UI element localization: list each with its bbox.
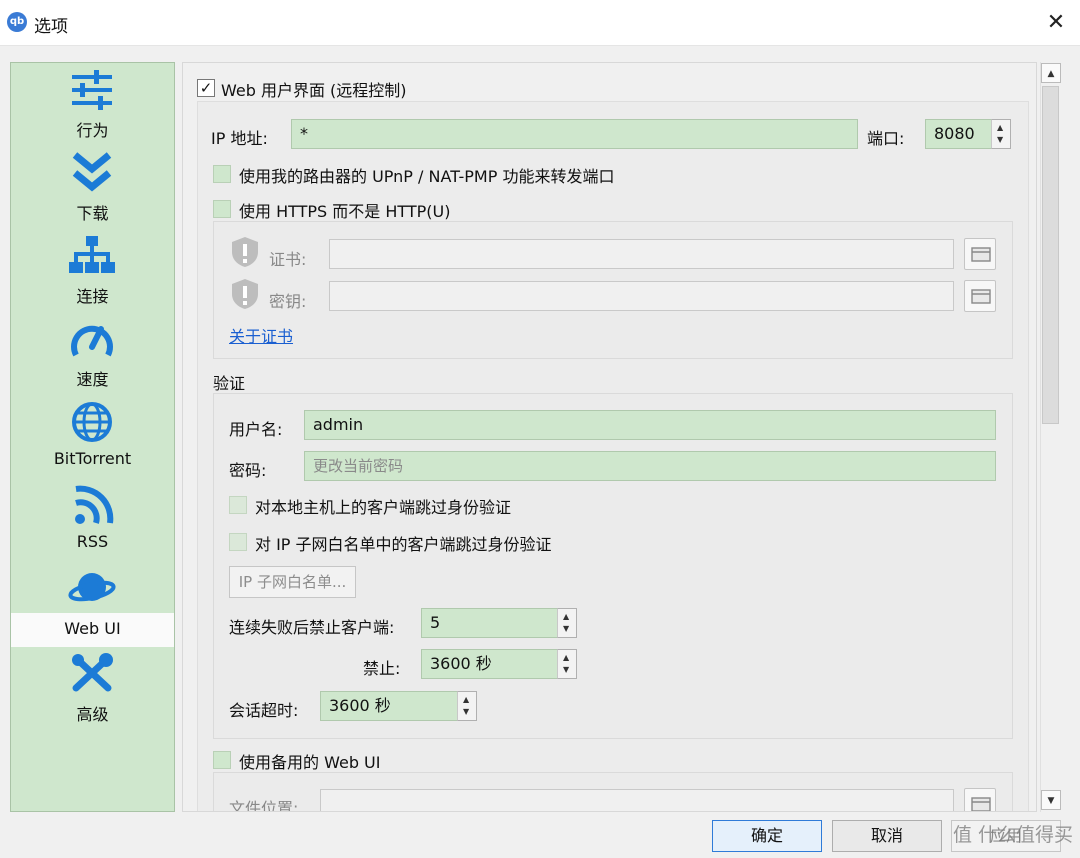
- planet-icon: [68, 573, 116, 602]
- sidebar-item-label: 行为: [76, 121, 109, 140]
- ban-duration-spinbox[interactable]: 3600 秒: [421, 649, 559, 679]
- https-checkbox[interactable]: [213, 200, 231, 218]
- sidebar-item-advanced[interactable]: 高级: [11, 647, 174, 730]
- sidebar-item-label: BitTorrent: [53, 449, 132, 468]
- username-label: 用户名:: [229, 420, 283, 439]
- shield-warning-icon: [232, 279, 258, 309]
- sidebar-item-behavior[interactable]: 行为: [11, 63, 174, 146]
- about-certificates-link[interactable]: 关于证书: [229, 323, 293, 347]
- window-title: 选项: [34, 17, 68, 37]
- ban-duration-spin-arrows[interactable]: ▲ ▼: [557, 649, 577, 679]
- webui-settings-panel: ✓ Web 用户界面 (远程控制) IP 地址: * 端口: 8080 ▲ ▼ 使…: [182, 62, 1037, 812]
- cancel-button[interactable]: 取消: [832, 820, 942, 852]
- ban-after-spin-arrows[interactable]: ▲ ▼: [557, 608, 577, 638]
- sidebar-item-label: 速度: [76, 370, 109, 389]
- sidebar-item-connection[interactable]: 连接: [11, 229, 174, 312]
- ban-after-failures-spinbox[interactable]: 5: [421, 608, 559, 638]
- scroll-down-arrow-icon[interactable]: ▼: [1041, 790, 1061, 810]
- password-input[interactable]: 更改当前密码: [304, 451, 996, 481]
- folder-icon: [971, 797, 991, 811]
- scroll-up-arrow-icon[interactable]: ▲: [1041, 63, 1061, 83]
- scrollbar-thumb[interactable]: [1042, 86, 1059, 424]
- key-label: 密钥:: [269, 292, 307, 311]
- folder-icon: [971, 247, 991, 262]
- alt-webui-checkbox[interactable]: [213, 751, 231, 769]
- enable-webui-checkbox[interactable]: ✓: [197, 79, 215, 97]
- password-label: 密码:: [229, 461, 267, 480]
- qbittorrent-app-icon: qb: [7, 12, 27, 32]
- speedometer-icon: [71, 325, 113, 357]
- upnp-checkbox[interactable]: [213, 165, 231, 183]
- port-spinbox[interactable]: 8080: [925, 119, 993, 149]
- ip-address-input[interactable]: *: [291, 119, 858, 149]
- alt-webui-label: 使用备用的 Web UI: [239, 753, 381, 772]
- https-label: 使用 HTTPS 而不是 HTTP(U): [239, 202, 451, 221]
- globe-icon: [72, 402, 112, 442]
- username-input[interactable]: admin: [304, 410, 996, 440]
- sidebar-item-label: RSS: [76, 532, 109, 551]
- key-input[interactable]: [329, 281, 954, 311]
- sidebar-item-label: Web UI: [64, 619, 121, 638]
- close-button[interactable]: ✕: [1040, 8, 1072, 38]
- sidebar-item-rss[interactable]: RSS: [11, 478, 174, 561]
- sidebar-item-bittorrent[interactable]: BitTorrent: [11, 395, 174, 478]
- file-location-input[interactable]: [320, 789, 954, 811]
- upnp-label: 使用我的路由器的 UPnP / NAT-PMP 功能来转发端口: [239, 167, 615, 186]
- file-location-label: 文件位置:: [229, 799, 299, 812]
- bypass-localhost-checkbox[interactable]: [229, 496, 247, 514]
- session-timeout-spinbox[interactable]: 3600 秒: [320, 691, 459, 721]
- tools-icon: [72, 653, 113, 692]
- sliders-icon: [72, 70, 112, 110]
- ok-button[interactable]: 确定: [712, 820, 822, 852]
- certificate-browse-button[interactable]: [964, 238, 996, 270]
- certificate-input[interactable]: [329, 239, 954, 269]
- sidebar-item-label: 下载: [76, 204, 109, 223]
- bypass-subnet-checkbox[interactable]: [229, 533, 247, 551]
- double-chevron-down-icon: [72, 152, 112, 192]
- certificate-label: 证书:: [269, 250, 307, 269]
- ip-address-label: IP 地址:: [211, 129, 268, 148]
- sidebar-item-webui[interactable]: Web UI: [11, 613, 174, 647]
- folder-icon: [971, 289, 991, 304]
- sidebar-item-downloads[interactable]: 下载: [11, 146, 174, 229]
- session-timeout-spin-arrows[interactable]: ▲ ▼: [457, 691, 477, 721]
- ip-subnet-whitelist-button[interactable]: IP 子网白名单...: [229, 566, 356, 598]
- sidebar-item-label: 高级: [76, 705, 109, 724]
- rss-icon: [75, 485, 114, 524]
- port-label: 端口:: [867, 129, 905, 148]
- title-bar: qb 选项 ✕: [0, 0, 1080, 46]
- port-spin-arrows[interactable]: ▲ ▼: [991, 119, 1011, 149]
- shield-warning-icon: [232, 237, 258, 267]
- file-location-browse-button[interactable]: [964, 788, 996, 811]
- enable-webui-label: Web 用户界面 (远程控制): [221, 81, 407, 100]
- bypass-subnet-label: 对 IP 子网白名单中的客户端跳过身份验证: [255, 535, 552, 554]
- ban-after-failures-label: 连续失败后禁止客户端:: [229, 618, 395, 637]
- network-icon: [69, 236, 115, 273]
- watermark: 值 什么值得买: [953, 824, 1074, 846]
- sidebar-item-label: 连接: [76, 287, 109, 306]
- ban-duration-label: 禁止:: [363, 659, 401, 678]
- key-browse-button[interactable]: [964, 280, 996, 312]
- session-timeout-label: 会话超时:: [229, 701, 299, 720]
- bypass-localhost-label: 对本地主机上的客户端跳过身份验证: [255, 498, 512, 517]
- sidebar-item-speed[interactable]: 速度: [11, 312, 174, 395]
- auth-section-label: 验证: [213, 374, 246, 393]
- options-sidebar: 行为 下载 连接 速度 BitTorrent RSS Web UI 高级: [10, 62, 175, 812]
